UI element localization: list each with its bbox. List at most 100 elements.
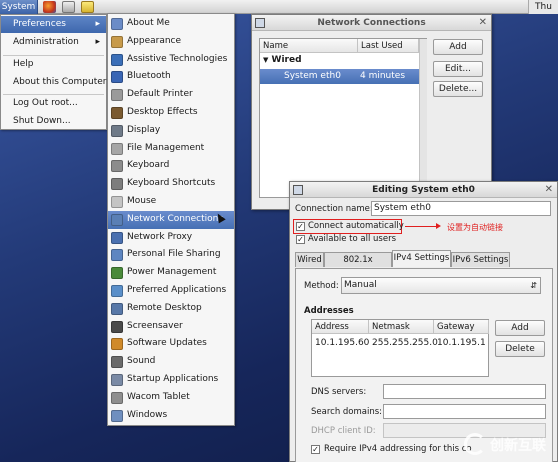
list-scrollbar[interactable]: [419, 39, 427, 197]
require-ipv4-checkbox[interactable]: ✓: [311, 445, 320, 454]
column-header-last-used[interactable]: Last Used: [358, 39, 419, 53]
menu-item-personal-file-sharing[interactable]: Personal File Sharing: [108, 246, 234, 264]
tab-8021x-security[interactable]: 802.1x Security: [324, 252, 392, 280]
firefox-icon[interactable]: [43, 1, 56, 13]
menu-item-label: Sound: [127, 356, 156, 367]
available-to-all-label: Available to all users: [308, 234, 397, 244]
menu-item-file-management[interactable]: File Management: [108, 140, 234, 158]
menu-item-label: Preferred Applications: [127, 285, 227, 295]
delete-button[interactable]: Delete...: [433, 81, 483, 97]
menu-item-software-updates[interactable]: Software Updates: [108, 335, 234, 353]
menu-item-label: Assistive Technologies: [127, 53, 228, 64]
screensaver-icon: [111, 320, 123, 333]
menu-item-administration[interactable]: Administration ▸: [1, 34, 106, 51]
table-row[interactable]: System eth0 4 minutes ago: [260, 69, 419, 96]
table-row[interactable]: 10.1.195.60 255.255.255.0 10.1.195.1: [312, 336, 488, 350]
menu-item-default-printer[interactable]: Default Printer: [108, 86, 234, 104]
group-wired[interactable]: ▼ Wired: [263, 55, 302, 65]
column-header-name[interactable]: Name: [260, 39, 358, 53]
window-title: Editing System eth0: [372, 185, 475, 195]
menu-item-label: Administration: [13, 37, 79, 47]
column-header-address[interactable]: Address: [312, 320, 369, 334]
menu-item-power-management[interactable]: Power Management: [108, 264, 234, 282]
menu-item-label: Help: [13, 59, 34, 69]
menu-item-network-proxy[interactable]: Network Proxy: [108, 229, 234, 247]
menu-item-help[interactable]: Help: [1, 56, 106, 73]
menu-item-windows[interactable]: Windows: [108, 407, 234, 425]
add-address-button[interactable]: Add: [495, 320, 545, 336]
mail-icon[interactable]: [62, 1, 75, 13]
method-label: Method:: [304, 281, 339, 291]
chevron-right-icon: ▸: [95, 19, 100, 29]
edit-button[interactable]: Edit...: [433, 61, 483, 77]
menu-item-sound[interactable]: Sound: [108, 353, 234, 371]
connection-name-field[interactable]: System eth0: [371, 201, 551, 216]
menu-item-label: Keyboard Shortcuts: [127, 178, 216, 189]
menu-item-label: Mouse: [127, 196, 157, 206]
menu-item-label: Startup Applications: [127, 374, 219, 384]
netmask-cell[interactable]: 255.255.255.0: [372, 336, 438, 350]
search-domains-field[interactable]: [383, 404, 546, 419]
menu-item-assistive-technologies[interactable]: Assistive Technologies: [108, 51, 234, 69]
connection-last-used: 4 minutes ago: [360, 71, 406, 96]
file-sharing-icon: [111, 249, 123, 262]
menu-item-keyboard[interactable]: Keyboard: [108, 157, 234, 175]
column-header-netmask[interactable]: Netmask: [369, 320, 434, 334]
menu-item-about-computer[interactable]: About this Computer: [1, 74, 107, 91]
close-icon[interactable]: ✕: [479, 15, 487, 31]
connection-name: System eth0: [284, 71, 341, 81]
annotation-arrow: [405, 226, 438, 227]
menu-item-label: Desktop Effects: [127, 107, 198, 117]
network-window-icon: [293, 185, 303, 195]
network-window-icon: [255, 18, 265, 28]
menu-item-preferences[interactable]: Preferences ▸: [1, 16, 106, 33]
available-to-all-checkbox[interactable]: ✓: [296, 235, 305, 244]
window-titlebar: Network Connections ✕: [252, 15, 491, 31]
wacom-tablet-icon: [111, 391, 123, 404]
close-icon[interactable]: ✕: [545, 182, 553, 198]
menu-item-display[interactable]: Display: [108, 122, 234, 140]
menu-item-shutdown[interactable]: Shut Down...: [1, 113, 106, 130]
group-label: Wired: [271, 55, 302, 65]
menu-item-label: Bluetooth: [127, 71, 171, 82]
gateway-cell[interactable]: 10.1.195.1: [437, 336, 486, 350]
add-button[interactable]: Add: [433, 39, 483, 55]
connection-name-label: Connection name:: [295, 204, 373, 214]
menu-item-label: Default Printer: [127, 89, 193, 100]
menu-item-about-me[interactable]: About Me: [108, 15, 234, 33]
menu-item-appearance[interactable]: Appearance: [108, 33, 234, 51]
require-ipv4-label: Require IPv4 addressing for this co: [324, 444, 472, 454]
tab-ipv4-settings[interactable]: IPv4 Settings: [392, 250, 451, 267]
connections-list[interactable]: Name Last Used ▼ Wired System eth0 4 min…: [259, 38, 427, 198]
clock[interactable]: Thu: [528, 0, 558, 14]
menu-item-remote-desktop[interactable]: Remote Desktop: [108, 300, 234, 318]
menu-item-preferred-applications[interactable]: Preferred Applications: [108, 282, 234, 300]
menu-item-logout[interactable]: Log Out root...: [1, 95, 106, 112]
connect-automatically-checkbox[interactable]: ✓: [296, 222, 305, 231]
expander-icon[interactable]: ▼: [263, 56, 268, 64]
addresses-table[interactable]: Address Netmask Gateway 10.1.195.60 255.…: [311, 319, 489, 377]
about-me-icon: [111, 18, 123, 30]
menu-item-screensaver[interactable]: Screensaver: [108, 318, 234, 336]
menu-item-label: Preferences: [13, 19, 66, 29]
tab-ipv6-settings[interactable]: IPv6 Settings: [451, 252, 510, 267]
menu-item-startup-applications[interactable]: Startup Applications: [108, 371, 234, 389]
system-menu-button[interactable]: System: [0, 0, 38, 14]
menu-item-label: File Management: [127, 142, 205, 153]
notes-icon[interactable]: [81, 1, 94, 13]
menu-item-desktop-effects[interactable]: Desktop Effects: [108, 104, 234, 122]
menu-item-bluetooth[interactable]: Bluetooth: [108, 68, 234, 86]
delete-address-button[interactable]: Delete: [495, 341, 545, 357]
address-cell[interactable]: 10.1.195.60: [315, 336, 369, 350]
menu-item-keyboard-shortcuts[interactable]: Keyboard Shortcuts: [108, 175, 234, 193]
dns-servers-field[interactable]: [383, 384, 546, 399]
menu-item-mouse[interactable]: Mouse: [108, 193, 234, 211]
menu-item-label: Network Connections: [127, 213, 224, 224]
menu-item-label: Screensaver: [127, 320, 183, 331]
column-header-gateway[interactable]: Gateway: [434, 320, 489, 334]
tab-wired[interactable]: Wired: [295, 252, 324, 267]
method-select[interactable]: Manual ⇵: [341, 277, 541, 294]
menu-item-wacom-tablet[interactable]: Wacom Tablet: [108, 389, 234, 407]
menu-item-label: Appearance: [127, 35, 182, 46]
menu-item-network-connections[interactable]: Network Connections: [108, 210, 234, 229]
